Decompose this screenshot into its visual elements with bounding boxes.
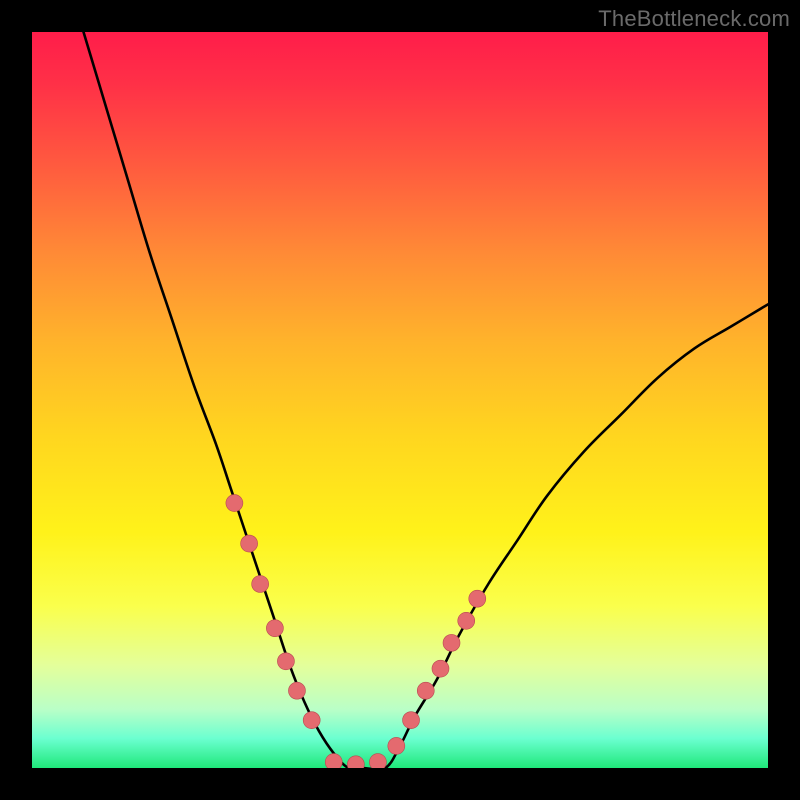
highlight-dot	[432, 660, 449, 677]
bottleneck-curve	[84, 32, 768, 768]
highlight-dot	[277, 653, 294, 670]
highlight-dot	[443, 634, 460, 651]
highlight-dot	[241, 535, 258, 552]
highlight-dot	[226, 495, 243, 512]
highlight-dot	[469, 590, 486, 607]
curve-layer	[32, 32, 768, 768]
highlight-dot	[388, 737, 405, 754]
watermark-text: TheBottleneck.com	[598, 6, 790, 32]
highlight-dot	[417, 682, 434, 699]
highlight-dot	[303, 712, 320, 729]
outer-frame: TheBottleneck.com	[0, 0, 800, 800]
highlight-dot	[325, 754, 342, 768]
highlight-dot	[347, 756, 364, 768]
highlight-dots	[226, 495, 486, 768]
highlight-dot	[252, 576, 269, 593]
highlight-dot	[288, 682, 305, 699]
highlight-dot	[458, 612, 475, 629]
plot-area	[32, 32, 768, 768]
highlight-dot	[403, 712, 420, 729]
highlight-dot	[266, 620, 283, 637]
highlight-dot	[369, 754, 386, 768]
